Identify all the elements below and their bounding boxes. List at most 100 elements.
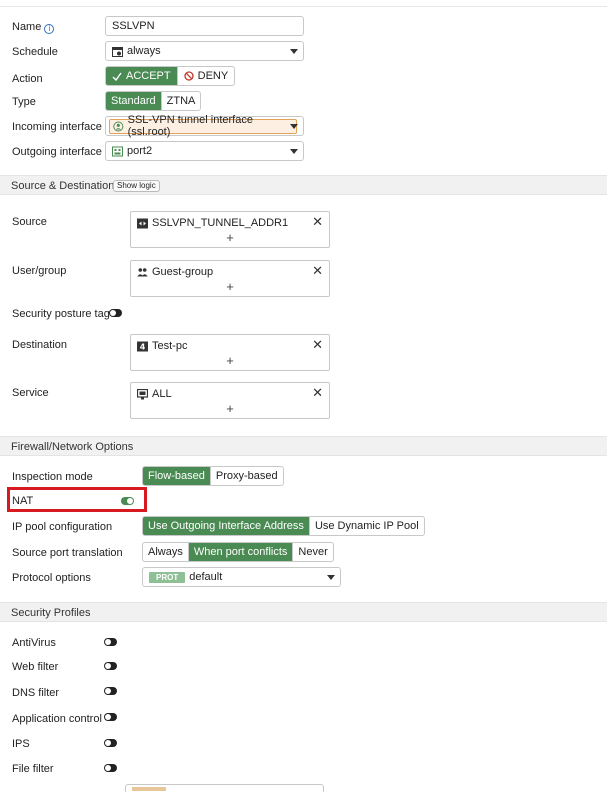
application-control-toggle[interactable]: [104, 713, 117, 721]
remove-source-icon[interactable]: ✕: [312, 214, 323, 230]
user-group-icon: [137, 267, 148, 276]
action-label: Action: [12, 73, 43, 85]
dns-filter-toggle[interactable]: [104, 687, 117, 695]
svg-text:4: 4: [140, 342, 146, 351]
firewall-network-section: Firewall/Network Options: [0, 436, 607, 456]
name-label: Name i: [12, 21, 55, 34]
usergroup-field[interactable]: Guest-group ✕ +: [130, 260, 330, 297]
address-icon: [137, 218, 148, 228]
destination-field[interactable]: 4 Test-pc ✕ +: [130, 334, 330, 371]
incoming-interface-label: Incoming interface: [12, 121, 102, 133]
show-logic-button[interactable]: Show logic: [113, 180, 160, 192]
ssl-vpn-icon: [113, 120, 124, 132]
protocol-badge: PROT: [149, 571, 186, 583]
use-outgoing-interface-button[interactable]: Use Outgoing Interface Address: [143, 517, 310, 535]
chevron-down-icon: [290, 149, 298, 154]
service-icon: [137, 388, 148, 399]
service-entry: ALL: [137, 388, 172, 400]
proxy-based-button[interactable]: Proxy-based: [211, 467, 283, 485]
add-usergroup-button[interactable]: +: [131, 279, 329, 294]
incoming-interface-chip: SSL-VPN tunnel interface (ssl.root): [109, 114, 297, 138]
inspection-mode-label: Inspection mode: [12, 471, 93, 483]
source-field[interactable]: SSLVPN_TUNNEL_ADDR1 ✕ +: [130, 211, 330, 248]
type-toggle: Standard ZTNA: [105, 91, 202, 111]
service-field[interactable]: ALL ✕ +: [130, 382, 330, 419]
next-profile-select[interactable]: [125, 784, 324, 792]
remove-usergroup-icon[interactable]: ✕: [312, 263, 323, 279]
remove-destination-icon[interactable]: ✕: [312, 337, 323, 353]
destination-label: Destination: [12, 339, 68, 351]
protocol-options-label: Protocol options: [12, 572, 91, 584]
host-address-icon: 4: [137, 341, 148, 351]
type-ztna-button[interactable]: ZTNA: [162, 92, 201, 110]
schedule-label: Schedule: [12, 46, 58, 58]
name-input[interactable]: [105, 16, 304, 36]
type-label: Type: [12, 96, 36, 108]
usergroup-entry-label: Guest-group: [152, 266, 214, 278]
remove-service-icon[interactable]: ✕: [312, 385, 323, 401]
security-posture-toggle[interactable]: [109, 309, 122, 317]
use-dynamic-ip-pool-button[interactable]: Use Dynamic IP Pool: [310, 517, 424, 535]
never-button[interactable]: Never: [293, 543, 332, 561]
action-deny-label: DENY: [197, 70, 229, 82]
nat-highlight-box: [7, 487, 147, 512]
outgoing-interface-label: Outgoing interface: [12, 146, 102, 158]
service-label: Service: [12, 387, 49, 399]
protocol-options-value: default: [189, 571, 223, 583]
action-deny-button[interactable]: DENY: [178, 67, 235, 85]
info-icon[interactable]: i: [44, 24, 55, 34]
source-entry-label: SSLVPN_TUNNEL_ADDR1: [152, 217, 289, 229]
web-filter-label: Web filter: [12, 661, 59, 673]
destination-entry: 4 Test-pc: [137, 340, 187, 352]
type-standard-button[interactable]: Standard: [106, 92, 162, 110]
schedule-value: always: [127, 45, 161, 57]
application-control-label: Application control: [12, 713, 102, 725]
source-label: Source: [12, 216, 47, 228]
usergroup-label: User/group: [12, 265, 67, 277]
incoming-interface-select[interactable]: SSL-VPN tunnel interface (ssl.root): [105, 114, 304, 138]
ips-label: IPS: [12, 738, 30, 750]
section-title: Security Profiles: [11, 607, 91, 619]
outgoing-interface-value: port2: [127, 145, 153, 157]
antivirus-label: AntiVirus: [12, 637, 56, 649]
incoming-interface-value: SSL-VPN tunnel interface (ssl.root): [127, 114, 253, 138]
ip-pool-toggle: Use Outgoing Interface Address Use Dynam…: [142, 516, 425, 536]
source-entry: SSLVPN_TUNNEL_ADDR1: [137, 217, 288, 229]
ip-pool-label: IP pool configuration: [12, 521, 113, 533]
port-icon: [112, 146, 123, 156]
add-source-button[interactable]: +: [131, 230, 329, 245]
destination-entry-label: Test-pc: [152, 340, 188, 352]
web-filter-toggle[interactable]: [104, 662, 117, 670]
action-accept-button[interactable]: ACCEPT: [106, 67, 178, 85]
dns-filter-label: DNS filter: [12, 687, 60, 699]
service-entry-label: ALL: [152, 388, 172, 400]
always-button[interactable]: Always: [143, 543, 189, 561]
add-destination-button[interactable]: +: [131, 353, 329, 368]
check-icon: [112, 72, 122, 81]
ips-toggle[interactable]: [104, 739, 117, 747]
deny-icon: [183, 71, 194, 81]
action-accept-label: ACCEPT: [126, 70, 171, 82]
protocol-options-select[interactable]: PROT default: [142, 567, 341, 587]
source-port-translation-toggle: Always When port conflicts Never: [142, 542, 334, 562]
top-divider: [0, 6, 607, 7]
chevron-down-icon: [327, 575, 335, 580]
flow-based-button[interactable]: Flow-based: [143, 467, 211, 485]
outgoing-interface-select[interactable]: port2: [105, 141, 304, 161]
usergroup-entry: Guest-group: [137, 266, 213, 278]
section-title: Source & Destination: [11, 180, 115, 192]
chevron-down-icon: [290, 124, 298, 129]
inspection-mode-toggle: Flow-based Proxy-based: [142, 466, 284, 486]
schedule-select[interactable]: always: [105, 41, 304, 61]
calendar-icon: [112, 46, 123, 57]
security-posture-label: Security posture tag: [12, 308, 110, 320]
add-service-button[interactable]: +: [131, 401, 329, 416]
when-port-conflicts-button[interactable]: When port conflicts: [188, 543, 294, 561]
file-filter-toggle[interactable]: [104, 764, 117, 772]
file-filter-label: File filter: [12, 763, 54, 775]
security-profiles-section: Security Profiles: [0, 602, 607, 622]
antivirus-toggle[interactable]: [104, 638, 117, 646]
section-title: Firewall/Network Options: [11, 441, 134, 453]
action-toggle: ACCEPT DENY: [105, 66, 236, 86]
source-destination-section: Source & Destination Show logic: [0, 175, 607, 195]
